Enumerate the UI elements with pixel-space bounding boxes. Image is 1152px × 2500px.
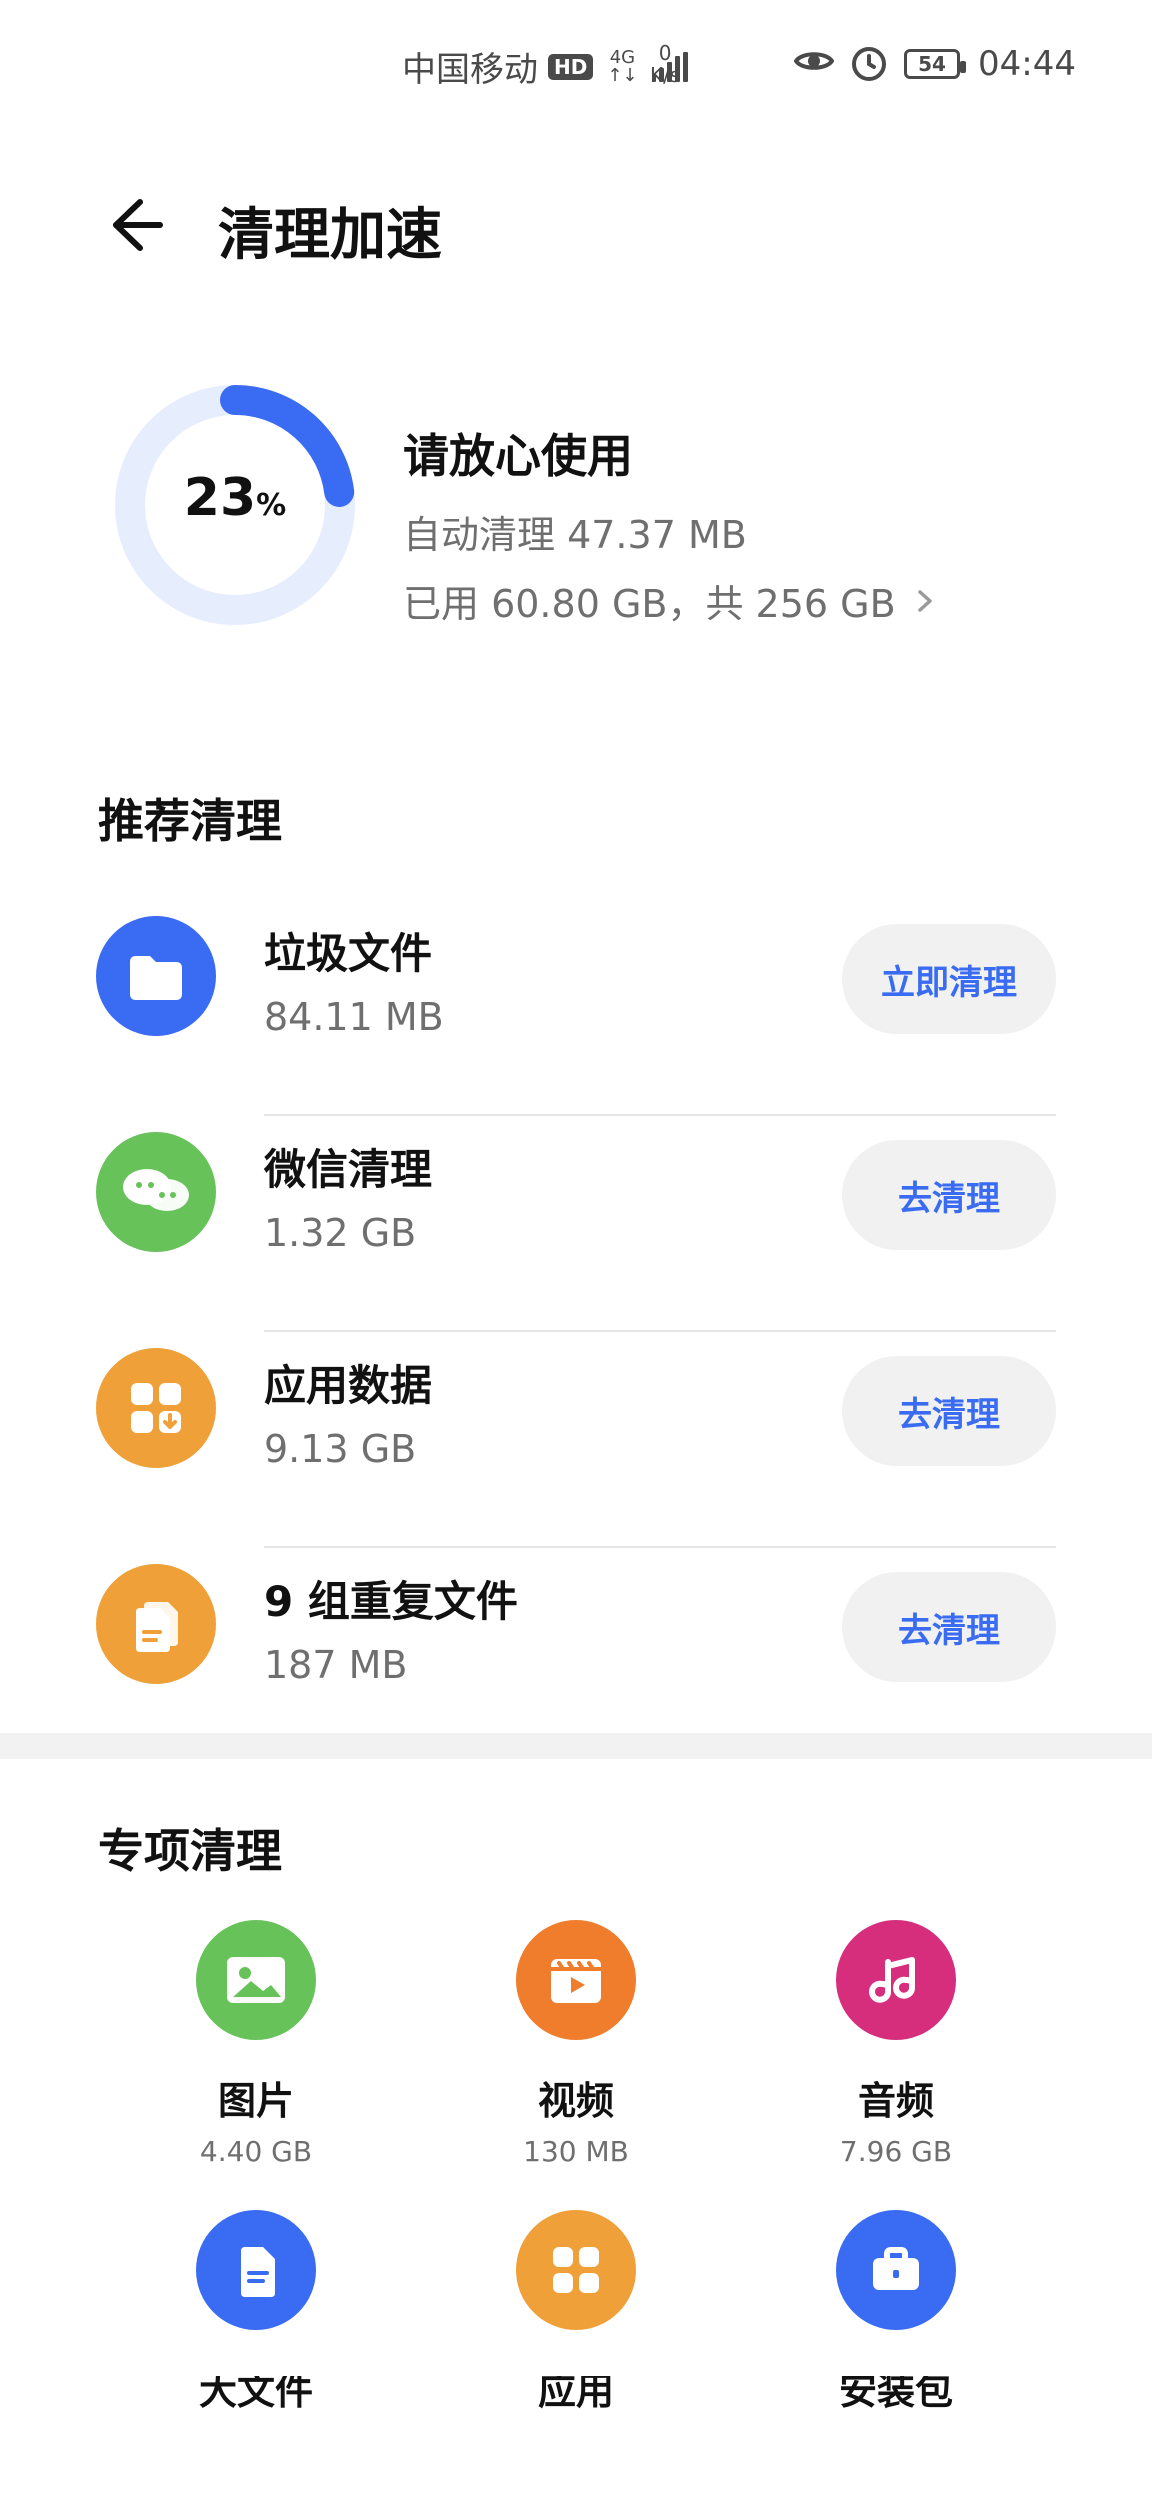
image-icon <box>196 1920 316 2040</box>
go-clean-button[interactable]: 去清理 <box>842 1140 1056 1250</box>
recommended-item-name: 应用数据 <box>264 1361 433 1410</box>
special-row: 大文件 应用 安装包 <box>0 2210 1152 2500</box>
music-icon <box>836 1920 956 2040</box>
recommended-item-text: 应用数据 9.13 GB <box>264 1352 432 1471</box>
recommended-item-app-data[interactable]: 应用数据 9.13 GB 去清理 <box>0 1332 1152 1548</box>
recommended-item-size: 84.11 MB <box>264 995 444 1039</box>
app-header: 清理加速 <box>0 150 1152 270</box>
recommended-item-name: 微信清理 <box>264 1145 433 1194</box>
clock-time: 04:44 <box>978 44 1076 84</box>
recommended-item-text: 垃圾文件 84.11 MB <box>264 920 444 1039</box>
duplicate-files-icon <box>96 1564 216 1684</box>
storage-percent-value: 23 <box>183 468 257 528</box>
go-clean-button[interactable]: 去清理 <box>842 1572 1056 1682</box>
apps-download-icon <box>96 1348 216 1468</box>
storage-text: 请放心使用 自动清理 47.37 MB 已用 60.80 GB，共 256 GB <box>403 420 940 642</box>
wechat-icon <box>96 1132 216 1252</box>
recommended-item-name: 9 组重复文件 <box>264 1577 518 1626</box>
status-bar: 中国移动 HD 4G ↑↓ 0 K/s 54 04:44 <box>0 0 1152 120</box>
storage-summary[interactable]: 23% 请放心使用 自动清理 47.37 MB 已用 60.80 GB，共 25… <box>0 380 1152 670</box>
carrier-name: 中国移动 <box>402 50 538 90</box>
special-item-label: 视频 <box>537 2079 614 2123</box>
special-title: 专项清理 <box>98 1824 282 1878</box>
special-item-videos[interactable]: 视频 130 MB <box>416 1920 736 2210</box>
video-icon <box>516 1920 636 2040</box>
package-icon <box>836 2210 956 2330</box>
recommended-item-duplicates[interactable]: 9 组重复文件 187 MB 去清理 <box>0 1548 1152 1764</box>
network-speed-value: 0 <box>658 41 672 65</box>
auto-clean-text: 自动清理 47.37 MB <box>403 513 747 557</box>
storage-status: 请放心使用 <box>403 429 633 483</box>
special-item-label: 图片 <box>217 2079 294 2123</box>
network-indicator: 4G ↑↓ <box>607 46 638 86</box>
special-item-large-files[interactable]: 大文件 <box>96 2210 416 2500</box>
recommended-list: 垃圾文件 84.11 MB 立即清理 微信清理 1.32 GB 去清理 应用数据… <box>0 900 1152 1764</box>
special-item-size: 130 MB <box>523 2135 629 2168</box>
recommended-item-text: 9 组重复文件 187 MB <box>264 1568 518 1687</box>
network-label: 4G <box>609 46 636 68</box>
recommended-item-size: 9.13 GB <box>264 1427 417 1471</box>
battery-level: 54 <box>918 52 946 76</box>
recommended-title: 推荐清理 <box>98 794 282 848</box>
storage-usage-text: 已用 60.80 GB，共 256 GB <box>403 582 896 626</box>
special-item-label: 音频 <box>857 2079 934 2123</box>
status-right: 54 04:44 <box>793 44 1076 84</box>
go-clean-button[interactable]: 去清理 <box>842 1356 1056 1466</box>
special-item-size: 7.96 GB <box>839 2135 953 2168</box>
storage-usage-row[interactable]: 已用 60.80 GB，共 256 GB <box>403 573 940 628</box>
special-item-size: 4.40 GB <box>199 2135 313 2168</box>
network-speed-unit: K/s <box>650 63 681 87</box>
clean-now-button[interactable]: 立即清理 <box>842 924 1056 1034</box>
apps-icon <box>516 2210 636 2330</box>
network-arrows-icon: ↑↓ <box>607 64 638 86</box>
document-icon <box>196 2210 316 2330</box>
storage-percent: 23% <box>110 468 360 528</box>
recommended-item-size: 187 MB <box>264 1643 408 1687</box>
eye-icon <box>793 44 835 84</box>
special-grid: 图片 4.40 GB 视频 130 MB 音频 7.96 GB 大文件 应用 安… <box>0 1920 1152 2500</box>
status-left: 中国移动 HD 4G ↑↓ <box>402 42 688 91</box>
hd-badge: HD <box>548 53 594 80</box>
special-item-audio[interactable]: 音频 7.96 GB <box>736 1920 1056 2210</box>
network-speed: 0 K/s <box>650 42 680 86</box>
back-arrow-icon <box>113 199 163 251</box>
recommended-item-size: 1.32 GB <box>264 1211 417 1255</box>
special-item-packages[interactable]: 安装包 <box>736 2210 1056 2500</box>
battery-icon: 54 <box>904 49 967 79</box>
storage-percent-unit: % <box>256 488 287 523</box>
bottom-clip <box>0 2360 1152 2376</box>
folder-icon <box>96 916 216 1036</box>
chevron-right-icon <box>910 586 940 616</box>
recommended-item-name: 垃圾文件 <box>264 929 433 978</box>
special-row: 图片 4.40 GB 视频 130 MB 音频 7.96 GB <box>0 1920 1152 2210</box>
page-title: 清理加速 <box>218 203 442 268</box>
special-item-apps[interactable]: 应用 <box>416 2210 736 2500</box>
alarm-icon <box>852 47 887 81</box>
back-button[interactable] <box>98 190 168 260</box>
recommended-item-text: 微信清理 1.32 GB <box>264 1136 432 1255</box>
special-item-images[interactable]: 图片 4.40 GB <box>96 1920 416 2210</box>
recommended-item-junk-files[interactable]: 垃圾文件 84.11 MB 立即清理 <box>0 900 1152 1116</box>
section-separator <box>0 1733 1152 1759</box>
recommended-item-wechat[interactable]: 微信清理 1.32 GB 去清理 <box>0 1116 1152 1332</box>
